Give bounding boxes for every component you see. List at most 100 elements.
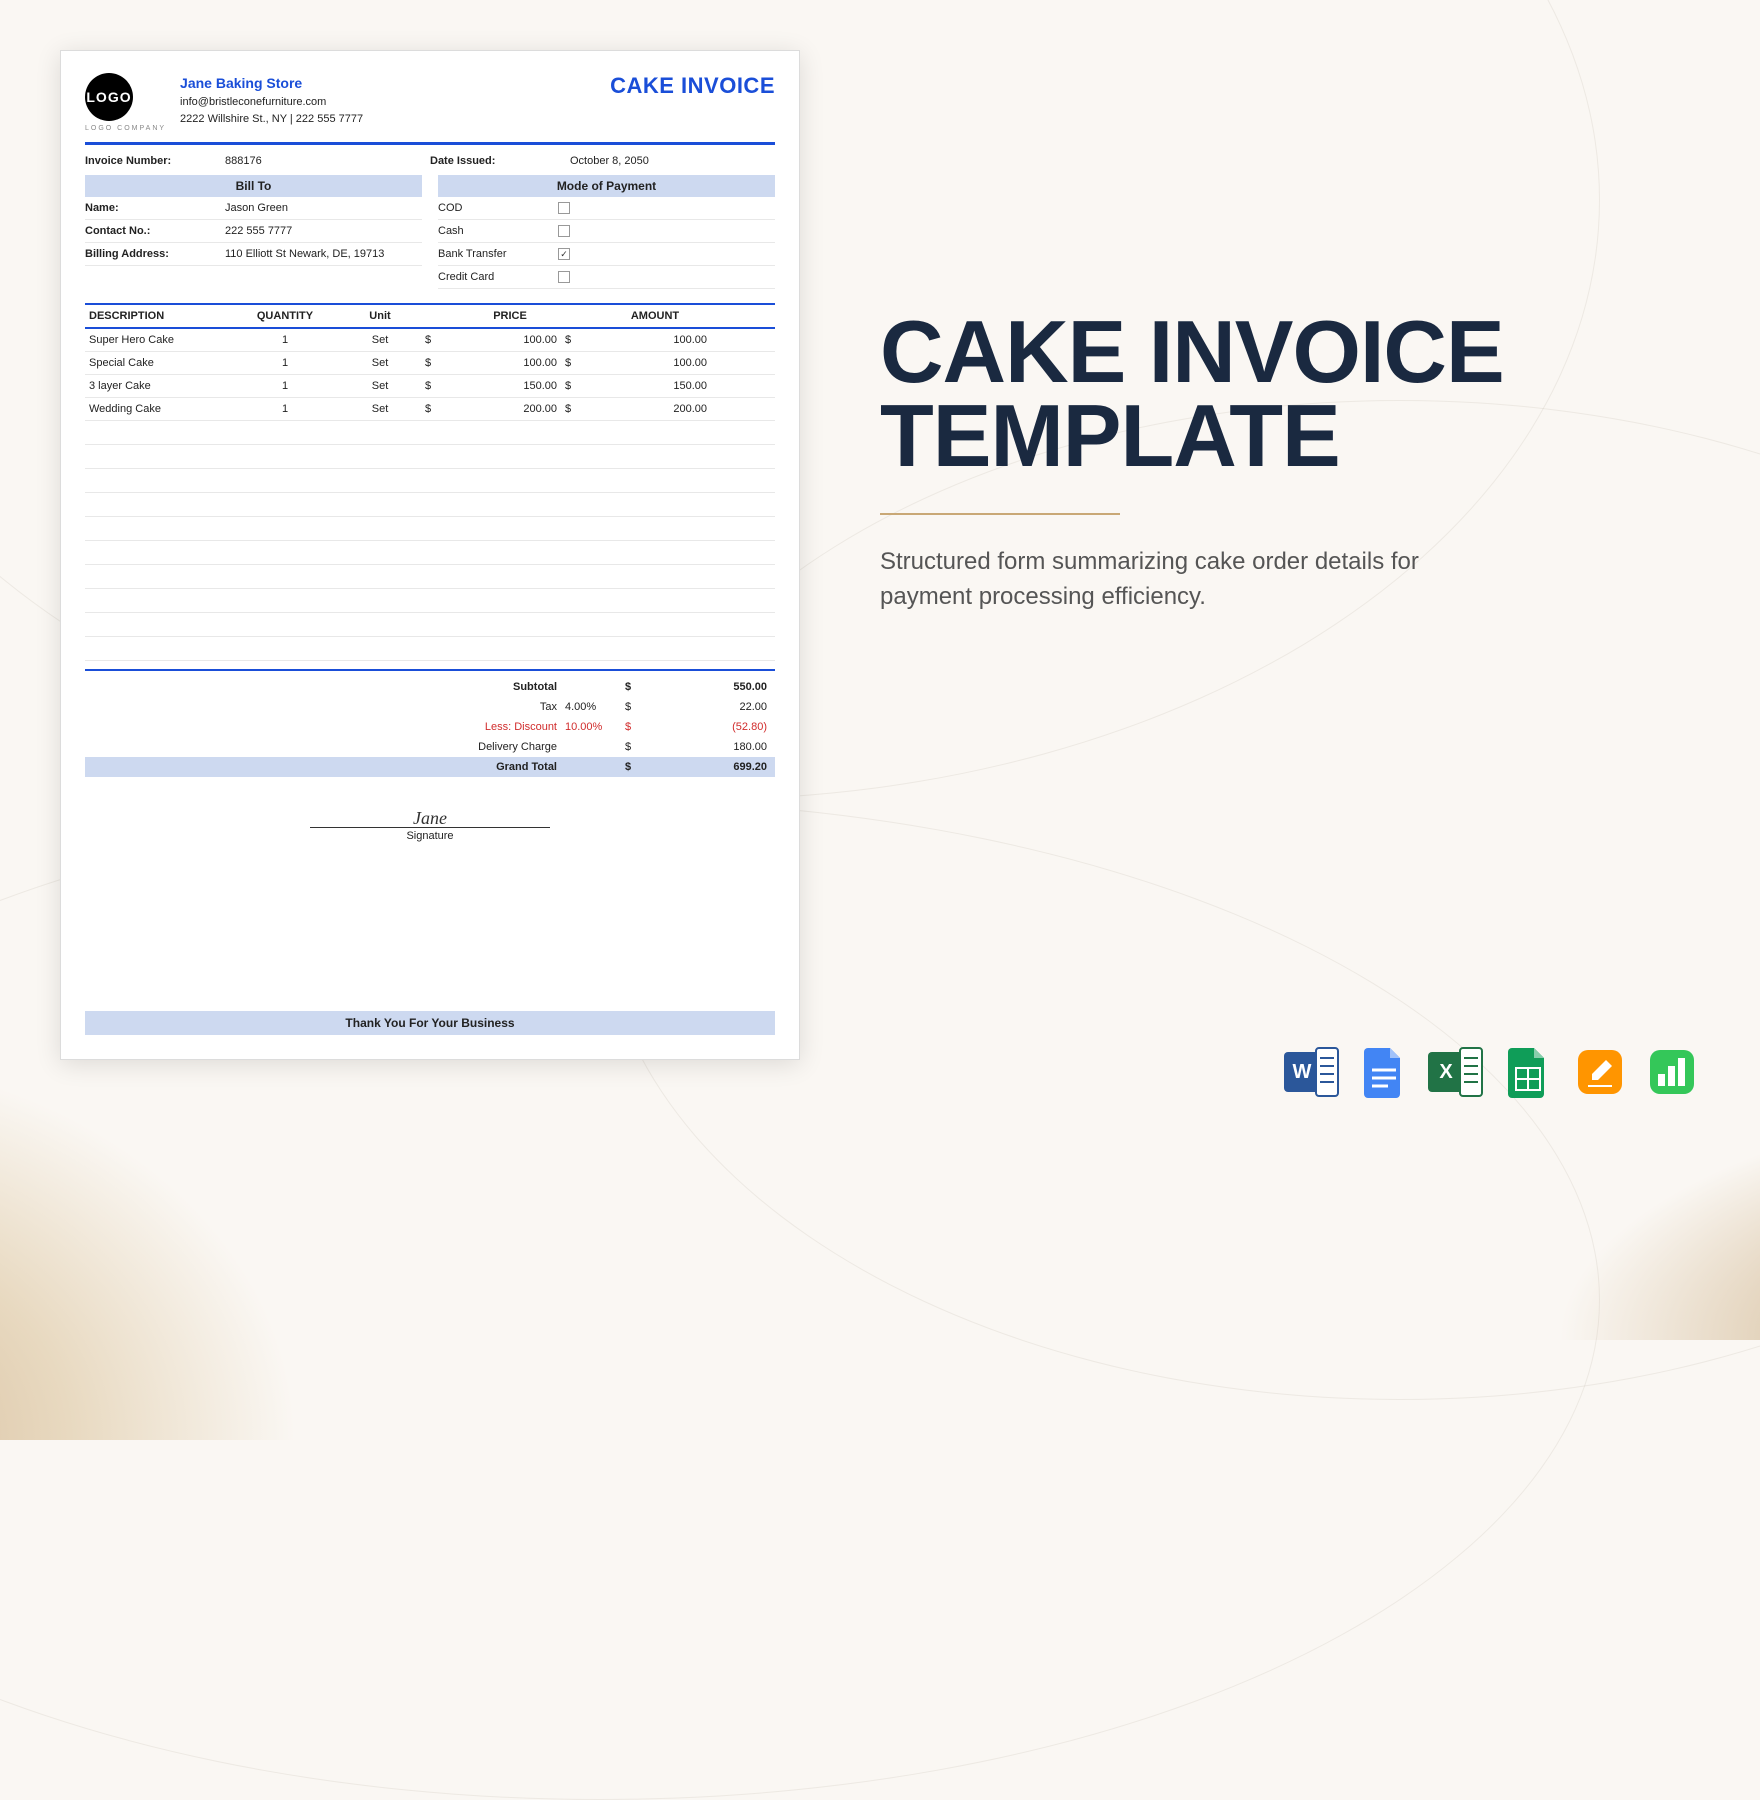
- line-item-row-empty: [85, 421, 775, 445]
- delivery-value: 180.00: [655, 741, 775, 753]
- payment-mode-header: Mode of Payment: [438, 175, 775, 197]
- item-amount: 100.00: [595, 334, 715, 346]
- svg-text:X: X: [1439, 1061, 1453, 1083]
- item-quantity: 1: [235, 403, 335, 415]
- line-item-row-empty: [85, 637, 775, 661]
- payment-mode-row: Cash: [438, 220, 775, 243]
- bill-to-name-value: Jason Green: [225, 202, 288, 214]
- bill-to-name-label: Name:: [85, 202, 225, 214]
- signature-label: Signature: [85, 830, 775, 842]
- discount-value: (52.80): [655, 721, 775, 733]
- payment-mode-label: Bank Transfer: [438, 248, 558, 260]
- grand-total-value: 699.20: [655, 761, 775, 773]
- subtotal-value: 550.00: [655, 681, 775, 693]
- item-quantity: 1: [235, 334, 335, 346]
- item-description: 3 layer Cake: [85, 380, 235, 392]
- numbers-icon[interactable]: [1644, 1044, 1700, 1100]
- company-email: info@bristleconefurniture.com: [180, 94, 363, 111]
- line-item-row-empty: [85, 517, 775, 541]
- col-amount: AMOUNT: [595, 310, 715, 322]
- svg-text:W: W: [1293, 1061, 1312, 1083]
- item-price: 100.00: [455, 357, 565, 369]
- payment-mode-checkbox[interactable]: [558, 225, 570, 237]
- date-issued-value: October 8, 2050: [570, 155, 649, 167]
- line-item-row-empty: [85, 613, 775, 637]
- item-price: 100.00: [455, 334, 565, 346]
- signature-line: Jane: [310, 827, 550, 828]
- col-description: DESCRIPTION: [85, 310, 235, 322]
- item-amount: 200.00: [595, 403, 715, 415]
- payment-mode-label: Cash: [438, 225, 558, 237]
- item-description: Special Cake: [85, 357, 235, 369]
- col-price: PRICE: [455, 310, 565, 322]
- pages-icon[interactable]: [1572, 1044, 1628, 1100]
- grand-total-label: Grand Total: [85, 761, 565, 773]
- signature-script: Jane: [413, 808, 447, 829]
- bill-to-address-value: 110 Elliott St Newark, DE, 19713: [225, 248, 384, 260]
- payment-mode-row: COD: [438, 197, 775, 220]
- item-amount: 150.00: [595, 380, 715, 392]
- item-amount: 100.00: [595, 357, 715, 369]
- item-price: 200.00: [455, 403, 565, 415]
- invoice-number-value: 888176: [225, 155, 262, 167]
- title-divider: [880, 513, 1120, 515]
- col-unit: Unit: [335, 310, 425, 322]
- header-rule: [85, 142, 775, 145]
- tax-value: 22.00: [655, 701, 775, 713]
- item-unit: Set: [335, 334, 425, 346]
- line-item-row-empty: [85, 445, 775, 469]
- line-item-row-empty: [85, 493, 775, 517]
- line-item-row: Special Cake 1 Set $ 100.00 $ 100.00: [85, 352, 775, 375]
- line-item-row-empty: [85, 541, 775, 565]
- item-unit: Set: [335, 403, 425, 415]
- line-item-row: 3 layer Cake 1 Set $ 150.00 $ 150.00: [85, 375, 775, 398]
- word-icon[interactable]: W: [1284, 1044, 1340, 1100]
- item-unit: Set: [335, 357, 425, 369]
- payment-mode-checkbox[interactable]: [558, 248, 570, 260]
- company-address: 2222 Willshire St., NY | 222 555 7777: [180, 111, 363, 128]
- subtotal-label: Subtotal: [85, 681, 565, 693]
- invoice-number-label: Invoice Number:: [85, 155, 225, 167]
- document-title: CAKE INVOICE: [610, 73, 775, 99]
- item-price: 150.00: [455, 380, 565, 392]
- template-description: Structured form summarizing cake order d…: [880, 545, 1500, 615]
- company-name: Jane Baking Store: [180, 73, 363, 94]
- tax-rate: 4.00%: [565, 701, 625, 713]
- excel-icon[interactable]: X: [1428, 1044, 1484, 1100]
- logo-icon: LOGO: [85, 73, 133, 121]
- payment-mode-row: Credit Card: [438, 266, 775, 289]
- google-sheets-icon[interactable]: [1500, 1044, 1556, 1100]
- line-item-row-empty: [85, 565, 775, 589]
- item-description: Wedding Cake: [85, 403, 235, 415]
- payment-mode-label: Credit Card: [438, 271, 558, 283]
- bill-to-address-label: Billing Address:: [85, 248, 225, 260]
- bill-to-contact-label: Contact No.:: [85, 225, 225, 237]
- line-item-row-empty: [85, 469, 775, 493]
- date-issued-label: Date Issued:: [430, 155, 570, 167]
- item-description: Super Hero Cake: [85, 334, 235, 346]
- line-item-row: Super Hero Cake 1 Set $ 100.00 $ 100.00: [85, 329, 775, 352]
- footer-message: Thank You For Your Business: [85, 1011, 775, 1035]
- template-title-line1: CAKE INVOICE: [880, 310, 1700, 394]
- payment-mode-row: Bank Transfer: [438, 243, 775, 266]
- col-quantity: QUANTITY: [235, 310, 335, 322]
- payment-mode-label: COD: [438, 202, 558, 214]
- item-quantity: 1: [235, 357, 335, 369]
- tax-label: Tax: [85, 701, 565, 713]
- line-item-row-empty: [85, 589, 775, 613]
- discount-rate: 10.00%: [565, 721, 625, 733]
- template-title-line2: TEMPLATE: [880, 394, 1700, 478]
- payment-mode-checkbox[interactable]: [558, 271, 570, 283]
- logo-caption: LOGO COMPANY: [85, 125, 166, 132]
- payment-mode-checkbox[interactable]: [558, 202, 570, 214]
- line-item-row: Wedding Cake 1 Set $ 200.00 $ 200.00: [85, 398, 775, 421]
- currency-symbol: $: [625, 681, 655, 693]
- company-logo: LOGO LOGO COMPANY: [85, 73, 166, 132]
- delivery-label: Delivery Charge: [85, 741, 565, 753]
- bill-to-header: Bill To: [85, 175, 422, 197]
- bill-to-contact-value: 222 555 7777: [225, 225, 292, 237]
- item-unit: Set: [335, 380, 425, 392]
- invoice-document: LOGO LOGO COMPANY Jane Baking Store info…: [60, 50, 800, 1060]
- google-docs-icon[interactable]: [1356, 1044, 1412, 1100]
- item-quantity: 1: [235, 380, 335, 392]
